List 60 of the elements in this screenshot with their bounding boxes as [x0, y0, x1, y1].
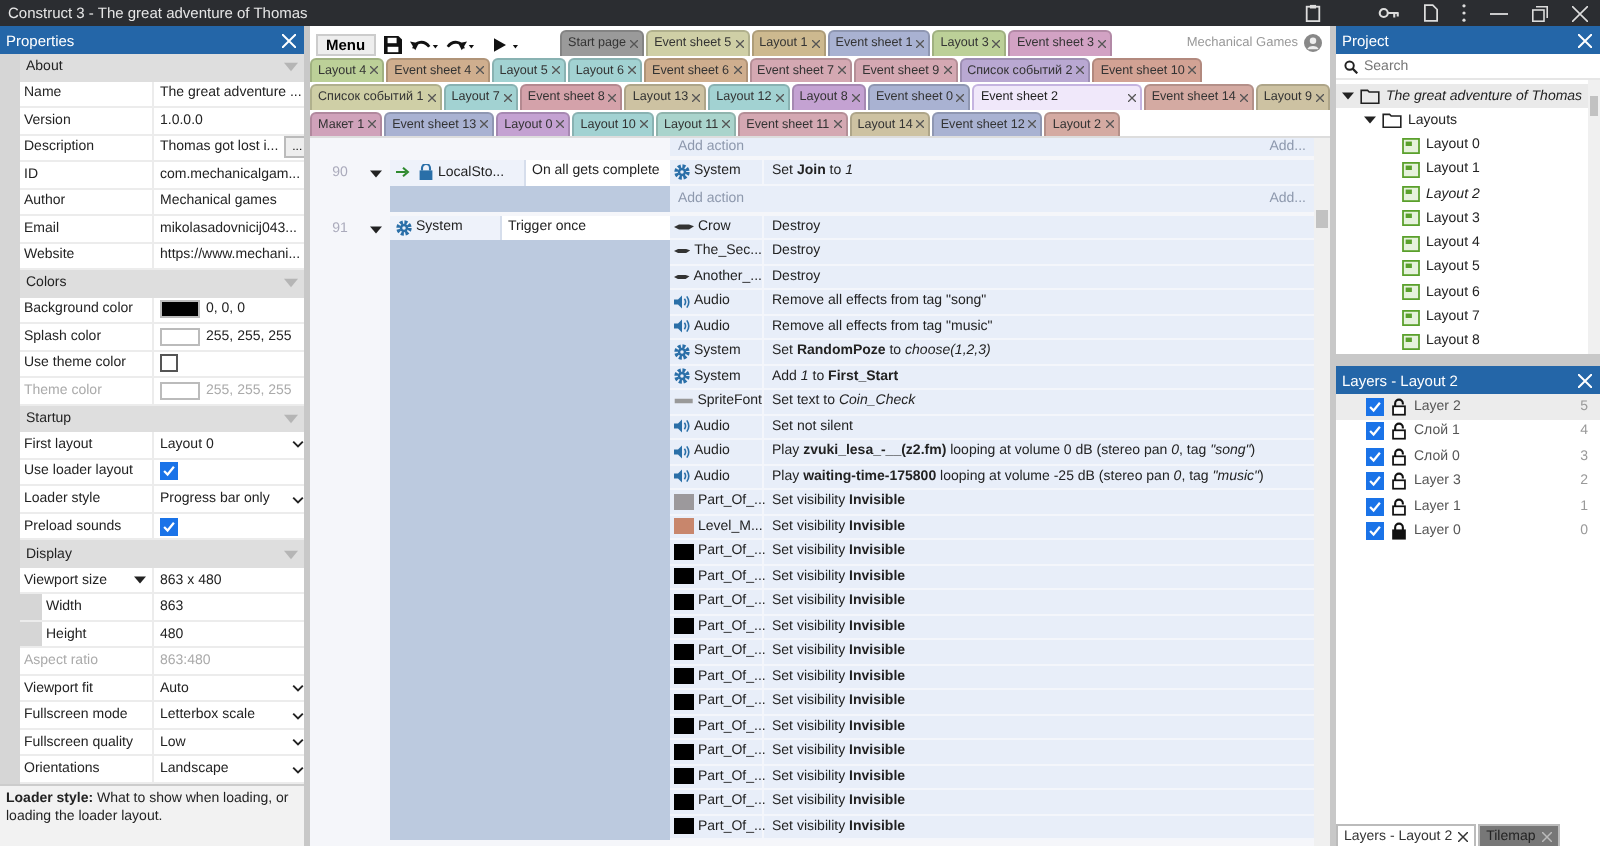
padlock-icon[interactable] — [1392, 397, 1406, 416]
color-swatch[interactable] — [160, 327, 200, 346]
save-icon[interactable] — [383, 35, 402, 53]
checkbox[interactable] — [1366, 522, 1384, 541]
speaker-icon — [674, 443, 690, 460]
collapse-icon[interactable] — [370, 225, 382, 233]
checkbox[interactable] — [1366, 447, 1384, 466]
padlock-icon[interactable] — [1392, 497, 1406, 516]
speaker-icon — [674, 293, 690, 310]
checkbox[interactable] — [1366, 472, 1384, 491]
chevron-icon[interactable] — [292, 684, 304, 693]
scrollbar[interactable] — [1314, 138, 1330, 846]
layout-icon — [1402, 161, 1420, 178]
chevron-icon[interactable] — [292, 711, 304, 720]
layout-icon — [1402, 333, 1420, 350]
checkbox[interactable] — [160, 462, 178, 481]
layout-icon — [1402, 137, 1420, 154]
padlock-icon — [418, 164, 434, 181]
padlock-icon[interactable] — [1392, 422, 1406, 441]
checkbox[interactable] — [160, 517, 178, 536]
collapse-icon[interactable] — [370, 170, 382, 178]
close-icon[interactable] — [1127, 93, 1136, 102]
padlock-icon[interactable] — [1392, 472, 1406, 491]
checkbox[interactable] — [1366, 422, 1384, 441]
speaker-icon — [674, 418, 690, 435]
text-strip-icon — [674, 398, 694, 405]
scrollbar[interactable] — [1588, 80, 1600, 354]
restore-icon[interactable] — [1532, 5, 1548, 21]
layout-icon — [1402, 259, 1420, 276]
color-swatch[interactable] — [160, 300, 200, 319]
padlock-icon[interactable] — [1392, 522, 1406, 541]
close-icon[interactable] — [1458, 831, 1469, 841]
checkbox[interactable] — [1366, 497, 1384, 516]
minimize-icon[interactable] — [1490, 11, 1508, 15]
document-icon[interactable] — [1424, 4, 1438, 22]
avatar-icon[interactable] — [1304, 33, 1322, 52]
checkbox[interactable] — [160, 354, 178, 373]
play-icon[interactable] — [493, 37, 518, 51]
speaker-icon — [674, 468, 690, 485]
search-icon — [1344, 59, 1358, 73]
redo-icon[interactable] — [445, 37, 474, 51]
layout-icon — [1402, 284, 1420, 301]
padlock-icon[interactable] — [1392, 447, 1406, 466]
layout-icon — [1402, 309, 1420, 326]
layout-icon — [1402, 210, 1420, 227]
clipboard-icon[interactable] — [1304, 4, 1322, 22]
key-icon[interactable] — [1378, 6, 1400, 20]
layout-icon — [1402, 186, 1420, 203]
layout-icon — [1402, 235, 1420, 252]
undo-icon[interactable] — [409, 37, 438, 51]
checkbox[interactable] — [1366, 397, 1384, 416]
chevron-icon[interactable] — [292, 765, 304, 774]
expand-icon[interactable] — [1342, 92, 1354, 101]
chevron-icon[interactable] — [292, 738, 304, 747]
chevron-icon[interactable] — [292, 440, 304, 449]
arrow-icon — [396, 166, 410, 179]
chevron-icon[interactable] — [292, 495, 304, 503]
speaker-icon — [674, 318, 690, 335]
expand-icon[interactable] — [1364, 116, 1376, 125]
expand-icon[interactable] — [134, 576, 146, 585]
